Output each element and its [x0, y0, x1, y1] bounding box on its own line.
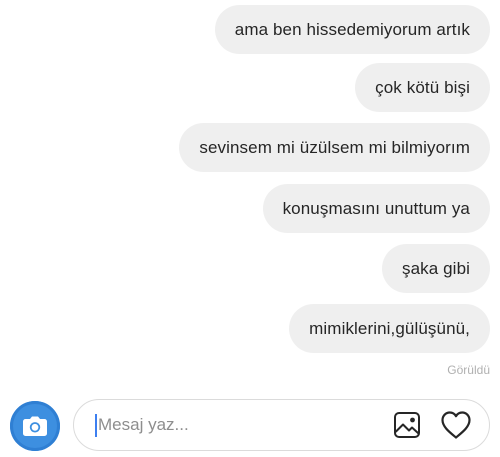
- message-bubble[interactable]: ama ben hissedemiyorum artık: [214, 5, 490, 54]
- message-input[interactable]: Mesaj yaz...: [73, 399, 490, 451]
- message-input-placeholder: Mesaj yaz...: [98, 415, 189, 434]
- seen-status: Görüldü: [447, 363, 490, 377]
- message-bubble[interactable]: mimiklerini,gülüşünü,: [289, 304, 490, 353]
- camera-button[interactable]: [10, 401, 60, 451]
- text-caret: [95, 414, 97, 437]
- heart-icon[interactable]: [440, 410, 472, 440]
- message-bubble[interactable]: sevinsem mi üzülsem mi bilmiyorım: [179, 123, 490, 172]
- gallery-icon[interactable]: [393, 411, 421, 439]
- message-composer: Mesaj yaz...: [0, 392, 500, 457]
- message-bubble[interactable]: çok kötü bişi: [355, 63, 490, 112]
- camera-icon: [23, 416, 47, 436]
- message-bubble[interactable]: şaka gibi: [382, 244, 490, 293]
- message-thread: ama ben hissedemiyorum artık çok kötü bi…: [0, 0, 500, 390]
- message-bubble[interactable]: konuşmasını unuttum ya: [262, 184, 490, 233]
